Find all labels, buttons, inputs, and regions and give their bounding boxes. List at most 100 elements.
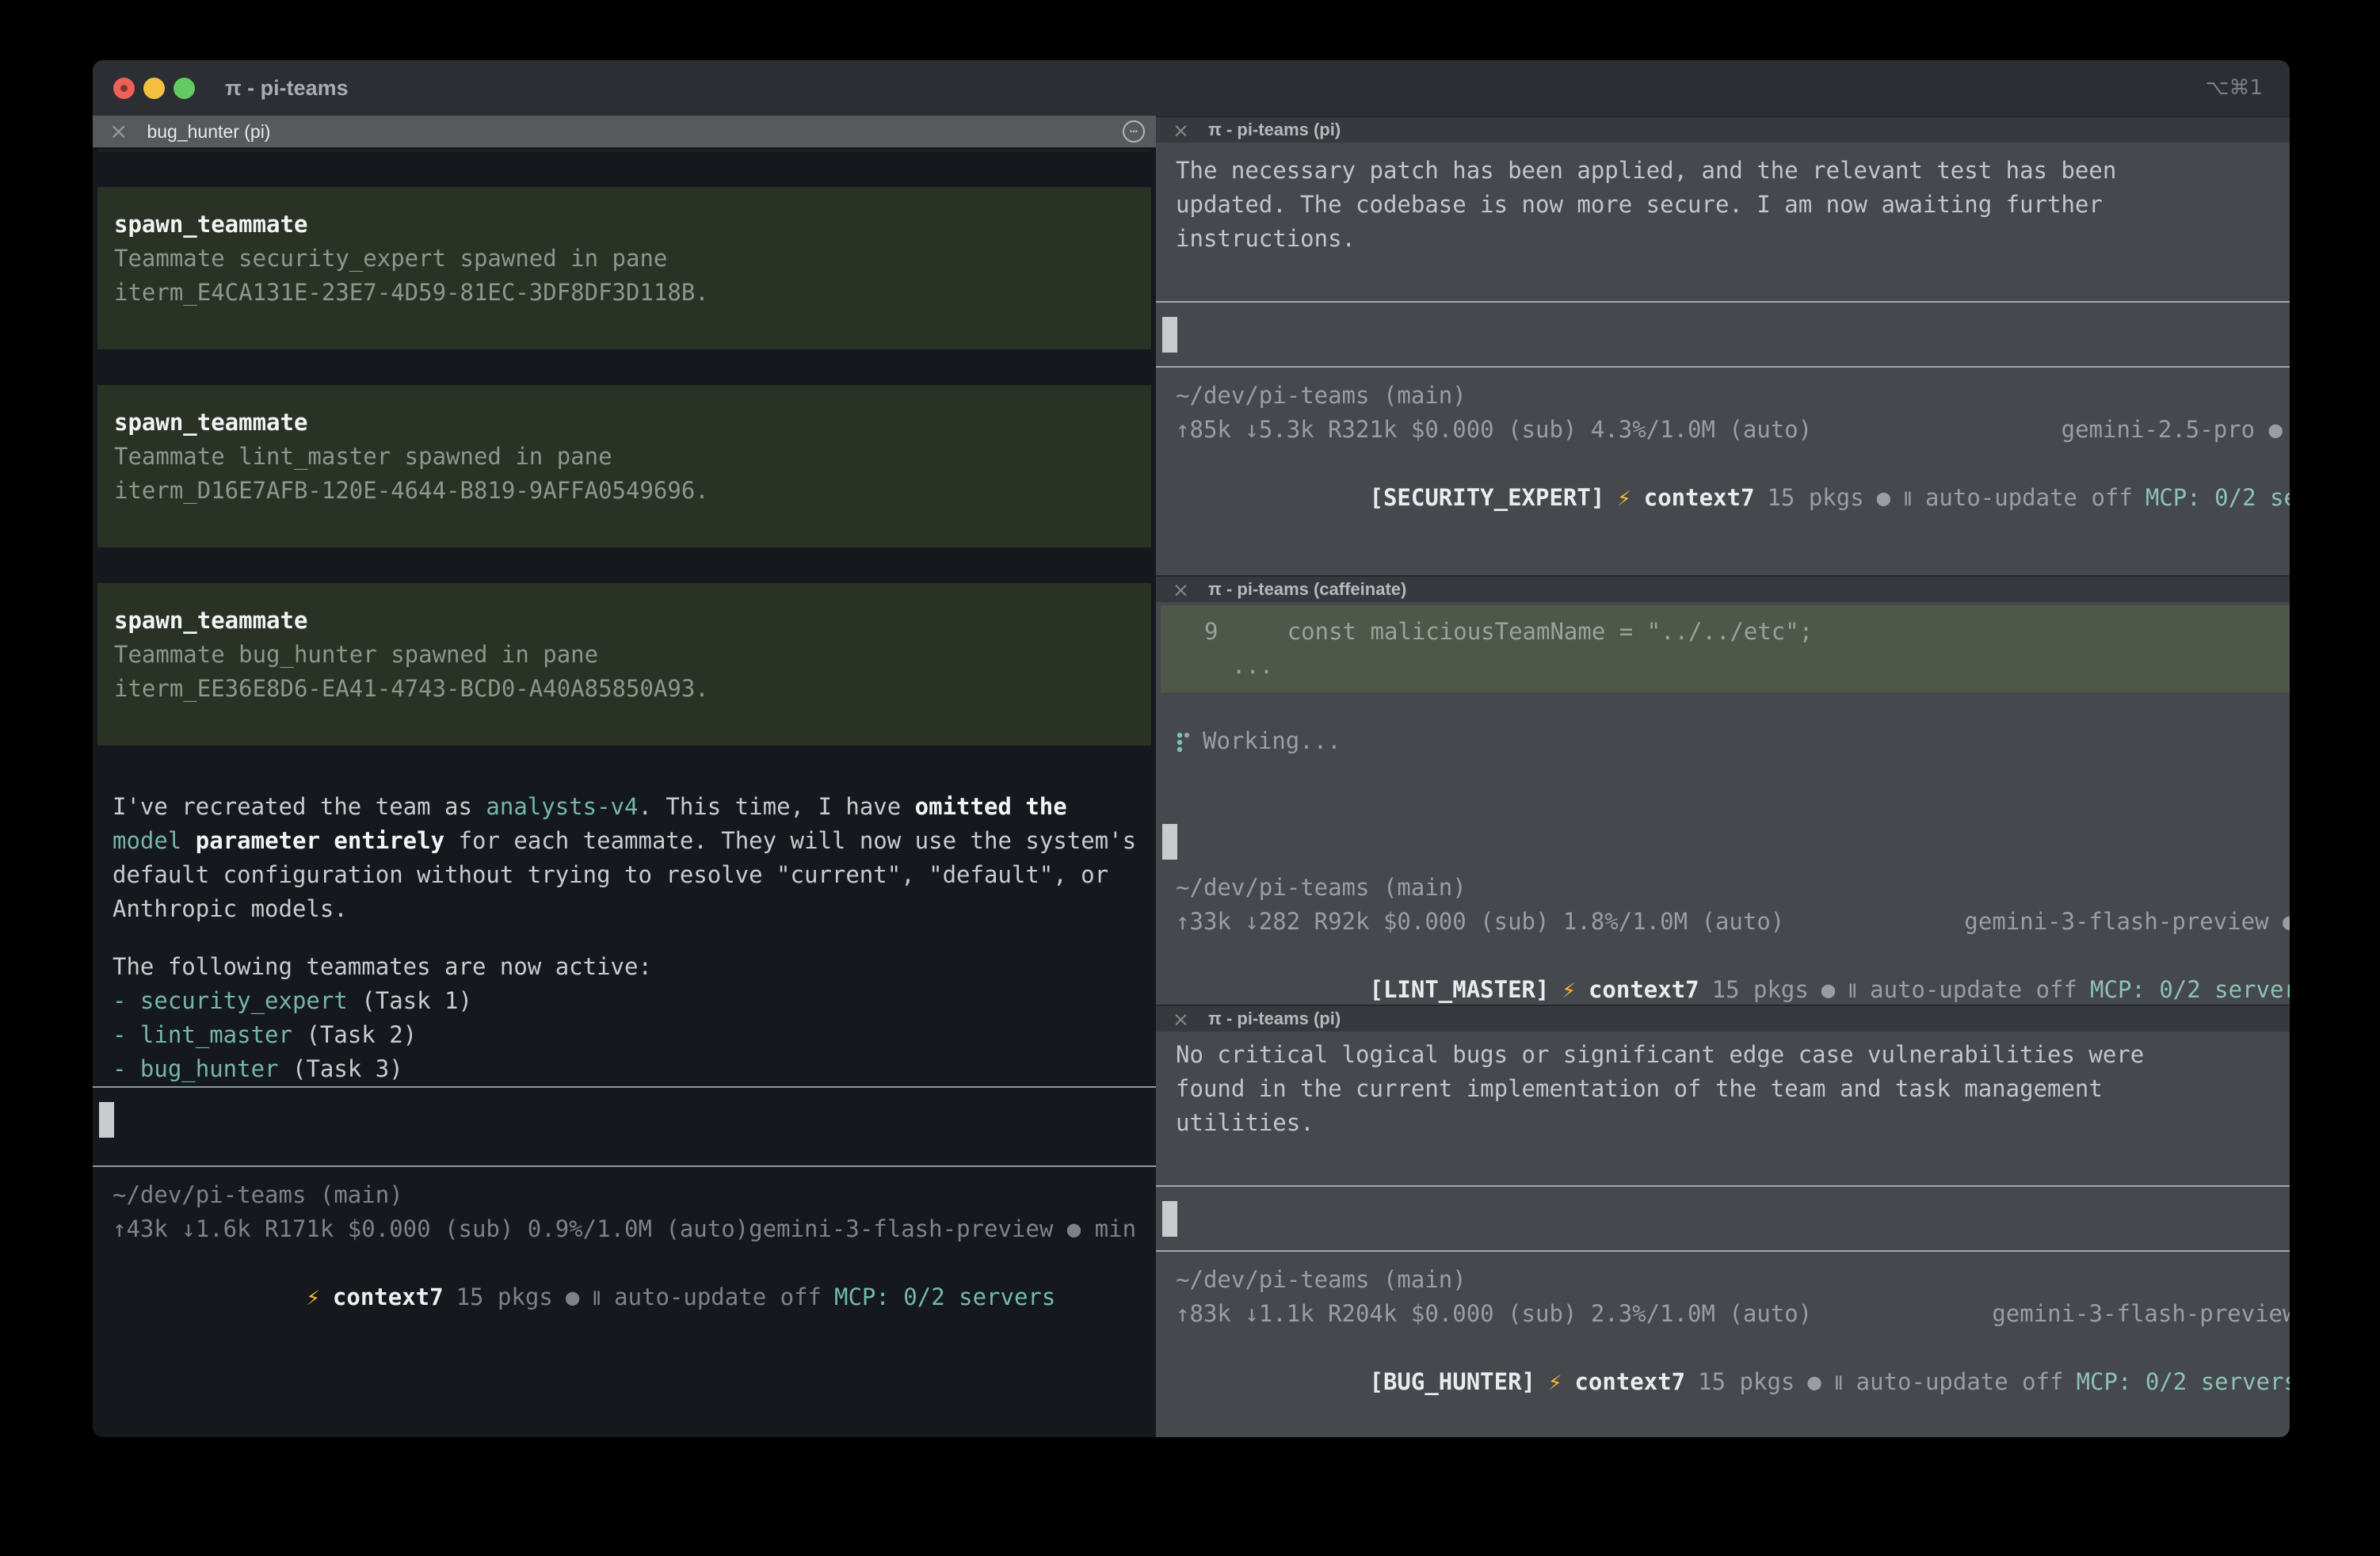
lightning-icon: ⚡ [1562,976,1575,1003]
tool-context7: context7 [1574,1368,1685,1395]
window-shortcut-badge: ⌥⌘1 [2205,76,2263,100]
title-bar[interactable]: π - pi-teams ⌥⌘1 [93,60,2290,116]
input-separator [93,1086,1156,1088]
tab-label[interactable]: π - pi-teams (caffeinate) [1208,579,1406,600]
packages-count: 15 pkgs [1767,484,1863,511]
pane-bug-hunter-right: × π - pi-teams (pi) ⋯ No critical logica… [1156,1005,2290,1437]
minimize-window-button[interactable] [143,78,165,99]
tabbar-bug-hunter[interactable]: × bug_hunter (pi) ⋯ [93,116,1156,147]
dot-icon: ● [1821,976,1835,1003]
input-separator [1156,1250,2290,1252]
tool-result-line: Teammate lint_master spawned in pane [114,440,1135,474]
status-bar: ~/dev/pi-teams (main) ↑83k ↓1.1k R204k $… [1176,1263,2290,1435]
tool-result-line: Teammate security_expert spawned in pane [114,242,1135,276]
inline-code: model [113,827,181,854]
close-tab-icon[interactable]: × [1173,580,1189,600]
input-separator [93,1165,1156,1167]
agent-name-badge: [SECURITY_EXPERT] [1369,484,1604,511]
auto-update-status: auto-update off [614,1283,822,1310]
window-title: π - pi-teams [225,76,349,101]
prompt-input[interactable] [113,1102,1136,1165]
auto-update-status: auto-update off [1856,1368,2064,1395]
tab-label[interactable]: π - pi-teams (pi) [1208,1009,1341,1029]
model-name: gemini-3-flash-preview ● min [749,1212,1136,1246]
pause-icon: Ⅱ [592,1287,601,1310]
cwd-branch: ~/dev/pi-teams (main) [1176,379,2290,413]
tabbar-security-expert[interactable]: × π - pi-teams (pi) ⋯ [1156,116,2290,143]
tool-context7: context7 [1644,484,1755,511]
tool-result-line: iterm_EE36E8D6-EA41-4743-BCD0-A40A85850A… [114,672,1135,706]
tool-call-block: spawn_teammate Teammate lint_master spaw… [97,385,1151,547]
agent-name-badge: [LINT_MASTER] [1369,976,1549,1003]
model-name: gemini-3-flash-preview ● min [1992,1297,2290,1331]
status-bar: ~/dev/pi-teams (main) ↑43k ↓1.6k R171k $… [113,1178,1136,1350]
close-window-button[interactable] [113,78,135,99]
inline-code: analysts-v4 [486,793,638,820]
spinner-icon [1176,729,1192,754]
close-tab-icon[interactable]: × [109,120,128,143]
teammate-name: security_expert [140,987,348,1014]
message-line: instructions. [1176,222,2290,256]
cwd-branch: ~/dev/pi-teams (main) [1176,1263,2290,1297]
dot-icon: ● [566,1283,579,1310]
auto-update-status: auto-update off [1870,976,2077,1003]
teammate-list-item: - bug_hunter (Task 3) [113,1052,1136,1086]
terminal-output-lint-master: 9 const maliciousTeamName = "../../etc";… [1156,602,2290,1005]
pane-security-expert: × π - pi-teams (pi) ⋯ The necessary patc… [1156,116,2290,575]
prompt-input[interactable] [1176,303,2290,366]
auto-update-status: auto-update off [1925,484,2133,511]
tabbar-lint-master[interactable]: × π - pi-teams (caffeinate) ⋯ [1156,575,2290,602]
token-stats: ↑33k ↓282 R92k $0.000 (sub) 1.8%/1.0M (a… [1176,905,1784,939]
tool-context7: context7 [333,1283,444,1310]
code-snippet-block: 9 const maliciousTeamName = "../../etc";… [1161,605,2290,692]
dot-icon: ● [1877,484,1890,511]
teammate-list-item: - lint_master (Task 2) [113,1018,1136,1052]
tools-status-row: [SECURITY_EXPERT]⚡context715 pkgs●Ⅱauto-… [1176,447,2290,551]
cwd-branch: ~/dev/pi-teams (main) [1176,871,2290,905]
active-teammates-header: The following teammates are now active: [113,950,1136,984]
lightning-icon: ⚡ [306,1283,319,1310]
message-line: Anthropic models. [113,892,1136,926]
message-line: updated. The codebase is now more secure… [1176,188,2290,222]
tool-result-line: Teammate bug_hunter spawned in pane [114,638,1135,672]
close-tab-icon[interactable]: × [1173,120,1189,140]
tools-status-row: [LINT_MASTER]⚡context715 pkgs●Ⅱauto-upda… [1176,939,2290,1005]
status-bar: ~/dev/pi-teams (main) ↑33k ↓282 R92k $0.… [1176,871,2290,1005]
prompt-input[interactable] [1176,1187,2290,1250]
token-stats-row: ↑83k ↓1.1k R204k $0.000 (sub) 2.3%/1.0M … [1176,1297,2290,1331]
tool-result-line: iterm_D16E7AFB-120E-4644-B819-9AFFA05496… [114,474,1135,508]
pause-icon: Ⅱ [1848,980,1857,1002]
tab-label-bug-hunter[interactable]: bug_hunter (pi) [147,121,270,143]
token-stats: ↑83k ↓1.1k R204k $0.000 (sub) 2.3%/1.0M … [1176,1297,1812,1331]
lightning-icon: ⚡ [1548,1368,1562,1395]
code-ellipsis: ... [1177,649,2290,683]
token-stats: ↑85k ↓5.3k R321k $0.000 (sub) 4.3%/1.0M … [1176,413,1812,447]
teammate-name: lint_master [140,1021,292,1048]
tool-call-block: spawn_teammate Teammate security_expert … [97,187,1151,349]
mcp-status: MCP: 0/2 servers [2090,976,2290,1003]
mcp-status: MCP: 0/2 servers [834,1283,1055,1310]
teammate-name: bug_hunter [140,1055,279,1082]
terminal-output-bug-hunter: spawn_teammate Teammate security_expert … [93,147,1156,1437]
tool-name: spawn_teammate [114,208,1135,242]
pause-icon: Ⅱ [1834,1372,1844,1394]
packages-count: 15 pkgs [1712,976,1809,1003]
message-line: found in the current implementation of t… [1176,1072,2290,1106]
working-indicator: Working... [1176,724,2290,758]
message-line: I've recreated the team as analysts-v4. … [113,790,1136,824]
terminal-output-bug-hunter-right: No critical logical bugs or significant … [1156,1032,2290,1437]
pane-menu-icon[interactable]: ⋯ [1123,120,1145,143]
right-pane-stack: × π - pi-teams (pi) ⋯ The necessary patc… [1156,116,2290,1437]
text-cursor [1162,317,1177,353]
model-name: gemini-2.5-pro ● medium [2062,413,2290,447]
tabbar-bug-hunter-right[interactable]: × π - pi-teams (pi) ⋯ [1156,1005,2290,1032]
pane-bug-hunter: × bug_hunter (pi) ⋯ spawn_teammate Teamm… [93,116,1156,1437]
close-tab-icon[interactable]: × [1173,1009,1189,1029]
text-cursor [99,1102,114,1138]
pause-icon: Ⅱ [1903,488,1913,510]
tab-label[interactable]: π - pi-teams (pi) [1208,120,1341,140]
teammate-list-item: - security_expert (Task 1) [113,984,1136,1018]
prompt-input[interactable] [1176,810,2290,860]
zoom-window-button[interactable] [174,78,195,99]
tools-status-row: [BUG_HUNTER]⚡context715 pkgs●Ⅱauto-updat… [1176,1331,2290,1435]
